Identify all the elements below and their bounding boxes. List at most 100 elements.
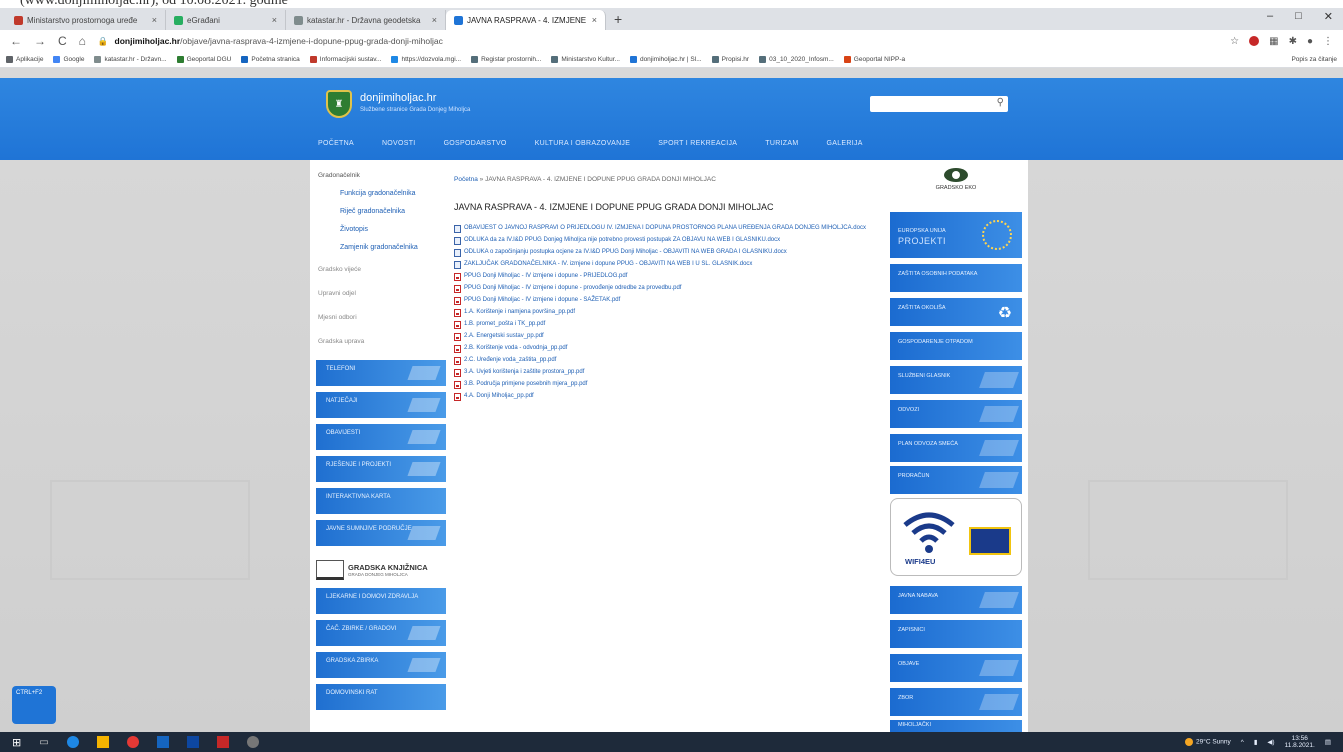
- nav-item-5[interactable]: TURIZAM: [765, 140, 798, 147]
- tab-1[interactable]: eGrađani ×: [166, 10, 286, 30]
- file-link[interactable]: 3.B. Područja primjene posebnih mjera_pp…: [454, 380, 878, 389]
- weather-widget[interactable]: 29°C Sunny: [1185, 738, 1231, 746]
- banner-karta[interactable]: INTERAKTIVNA KARTA: [316, 488, 446, 514]
- profile-icon[interactable]: ●: [1307, 36, 1313, 47]
- bookmark-3[interactable]: Geoportal DGU: [176, 56, 231, 63]
- wifi4eu-banner[interactable]: WIFI4EU: [890, 498, 1022, 576]
- banner-javna-nabava[interactable]: JAVNA NABAVA: [890, 586, 1022, 614]
- explorer-icon[interactable]: [96, 736, 109, 748]
- banner-otpad[interactable]: GOSPODARENJE OTPADOM: [890, 332, 1022, 360]
- banner-osobni-podaci[interactable]: ZAŠTITA OSOBNIH PODATAKA: [890, 264, 1022, 292]
- forward-icon[interactable]: →: [34, 34, 46, 48]
- maximize-button[interactable]: □: [1295, 10, 1302, 23]
- banner-miholjacki[interactable]: MIHOLJAČKI: [890, 720, 1022, 732]
- back-icon[interactable]: ←: [10, 34, 22, 48]
- menu-icon[interactable]: ⋮: [1323, 36, 1333, 47]
- file-link[interactable]: 2.C. Uređenje voda_zaštita_pp.pdf: [454, 356, 878, 365]
- banner-eu-projekti[interactable]: EUROPSKA UNIJA PROJEKTI: [890, 212, 1022, 258]
- banner-ljekarne[interactable]: LJEKARNE I DOMOVI ZDRAVLJA: [316, 588, 446, 614]
- file-link[interactable]: ODLUKA da za IV.I&D PPUG Donjeg Miholjca…: [454, 236, 878, 245]
- tab-close-icon[interactable]: ×: [432, 15, 437, 25]
- clock[interactable]: 13:56 11.8.2021.: [1285, 735, 1315, 749]
- banner-zbor[interactable]: ZBOR: [890, 688, 1022, 716]
- banner-zbirke[interactable]: ČAČ. ZBIRKE / GRADOVI: [316, 620, 446, 646]
- file-link[interactable]: ODLUKA o započinjanju postupka ocjene za…: [454, 248, 878, 257]
- tab-2[interactable]: katastar.hr - Državna geodetska ×: [286, 10, 446, 30]
- nav-item-1[interactable]: NOVOSTI: [382, 140, 416, 147]
- banner-natjecaji[interactable]: NATJEČAJI: [316, 392, 446, 418]
- home-icon[interactable]: ⌂: [79, 34, 86, 48]
- bookmark-12[interactable]: Geoportal NIPP-a: [843, 56, 905, 63]
- file-link[interactable]: 2.B. Korištenje voda - odvodnja_pp.pdf: [454, 344, 878, 353]
- bookmark-1[interactable]: Google: [53, 56, 84, 63]
- breadcrumb-home[interactable]: Početna: [454, 176, 478, 183]
- sidebar-item-zivotopis[interactable]: Životopis: [340, 226, 368, 233]
- gradsko-eko-logo[interactable]: GRADSKO EKO: [916, 168, 996, 204]
- sidebar-item-zamjenik[interactable]: Zamjenik gradonačelnika: [340, 244, 418, 251]
- close-button[interactable]: ✕: [1324, 10, 1333, 23]
- grid-icon[interactable]: ▦: [1269, 36, 1278, 47]
- url-field[interactable]: 🔒 donjimiholjac.hr/objave/javna-rasprava…: [98, 36, 1218, 47]
- sidebar-item-rijec[interactable]: Riječ gradonačelnika: [340, 208, 405, 215]
- tab-3[interactable]: JAVNA RASPRAVA - 4. IZMJENE ×: [446, 10, 606, 30]
- sidebar-item-mjesni[interactable]: Mjesni odbori: [318, 314, 357, 321]
- minimize-button[interactable]: –: [1267, 10, 1273, 23]
- file-link[interactable]: 4.A. Donji Miholjac_pp.pdf: [454, 392, 878, 401]
- file-link[interactable]: 3.A. Uvjeti korištenja i zaštite prostor…: [454, 368, 878, 377]
- banner-proracun[interactable]: PRORAČUN: [890, 466, 1022, 494]
- search-icon[interactable]: ⚲: [997, 97, 1004, 108]
- chrome-icon[interactable]: [126, 736, 139, 748]
- file-link[interactable]: OBAVIJEST O JAVNOJ RASPRAVI O PRIJEDLOGU…: [454, 224, 878, 233]
- nav-item-6[interactable]: GALERIJA: [826, 140, 862, 147]
- ctrl-f2-widget[interactable]: CTRL+F2: [12, 686, 56, 724]
- banner-odvozi[interactable]: ODVOZI: [890, 400, 1022, 428]
- bookmark-11[interactable]: 03_10_2020_Infosm...: [759, 56, 834, 63]
- app-icon[interactable]: [246, 736, 259, 748]
- file-link[interactable]: 1.B. promet_pošta i TK_pp.pdf: [454, 320, 878, 329]
- reading-list-button[interactable]: Popis za čitanje: [1291, 56, 1337, 63]
- tab-close-icon[interactable]: ×: [592, 15, 597, 25]
- banner-telefoni[interactable]: TELEFONI: [316, 360, 446, 386]
- file-link[interactable]: 2.A. Energetski sustav_pp.pdf: [454, 332, 878, 341]
- banner-domovinski-rat[interactable]: DOMOVINSKI RAT: [316, 684, 446, 710]
- extension-icon[interactable]: [1249, 35, 1260, 46]
- word-icon[interactable]: [156, 736, 169, 748]
- bookmark-6[interactable]: https://dozvola.mgi...: [391, 56, 461, 63]
- file-link[interactable]: PPUG Donji Miholjac - IV izmjene i dopun…: [454, 284, 878, 293]
- nav-item-3[interactable]: KULTURA I OBRAZOVANJE: [535, 140, 631, 147]
- bookmark-2[interactable]: katastar.hr - Državn...: [94, 56, 167, 63]
- file-link[interactable]: ZAKLJUČAK GRADONAČELNIKA - IV. izmjene i…: [454, 260, 878, 269]
- bookmark-9[interactable]: donjimiholjac.hr | Sl...: [629, 56, 702, 63]
- banner-gradska-zbirka[interactable]: GRADSKA ZBIRKA: [316, 652, 446, 678]
- file-link[interactable]: 1.A. Korištenje i namjena površina_pp.pd…: [454, 308, 878, 317]
- site-name[interactable]: donjimiholjac.hr: [360, 92, 436, 104]
- sidebar-item-funkcija[interactable]: Funkcija gradonačelnika: [340, 190, 416, 197]
- network-icon[interactable]: ▮: [1254, 738, 1258, 746]
- search-input[interactable]: ⚲: [870, 96, 1008, 112]
- tab-0[interactable]: Ministarstvo prostornoga uređe ×: [6, 10, 166, 30]
- outlook-icon[interactable]: [186, 736, 199, 748]
- sidebar-item-vijece[interactable]: Gradsko vijeće: [318, 266, 361, 273]
- city-crest-icon[interactable]: ♜: [326, 90, 352, 118]
- bookmark-4[interactable]: Početna stranica: [241, 56, 300, 63]
- file-link[interactable]: PPUG Donji Miholjac - IV izmjene i dopun…: [454, 296, 878, 305]
- banner-glasnik[interactable]: SLUŽBENI GLASNIK: [890, 366, 1022, 394]
- bookmark-8[interactable]: Ministarstvo Kultur...: [551, 56, 620, 63]
- tab-close-icon[interactable]: ×: [152, 15, 157, 25]
- puzzle-icon[interactable]: ✱: [1289, 36, 1297, 47]
- banner-zapisnici[interactable]: ZAPISNICI: [890, 620, 1022, 648]
- library-banner[interactable]: GRADSKA KNJIŽNICA GRADA DONJEG MIHOLJCA: [316, 558, 446, 582]
- banner-obavijesti[interactable]: OBAVIJESTI: [316, 424, 446, 450]
- banner-objave[interactable]: OBJAVE: [890, 654, 1022, 682]
- banner-projekti[interactable]: RJEŠENJE I PROJEKTI: [316, 456, 446, 482]
- sidebar-heading[interactable]: Gradonačelnik: [318, 172, 360, 179]
- sidebar-item-uprava[interactable]: Gradska uprava: [318, 338, 364, 345]
- windows-start-icon[interactable]: ⊞: [12, 736, 21, 749]
- acrobat-icon[interactable]: [216, 736, 229, 748]
- volume-icon[interactable]: ◀): [1267, 738, 1274, 746]
- nav-item-4[interactable]: SPORT I REKREACIJA: [658, 140, 737, 147]
- banner-zastita-okolisa[interactable]: ZAŠTITA OKOLIŠA ♻: [890, 298, 1022, 326]
- banner-plan-odvoza[interactable]: PLAN ODVOZA SMEĆA: [890, 434, 1022, 462]
- bookmark-5[interactable]: Informacijski sustav...: [309, 56, 381, 63]
- star-icon[interactable]: ☆: [1230, 36, 1239, 47]
